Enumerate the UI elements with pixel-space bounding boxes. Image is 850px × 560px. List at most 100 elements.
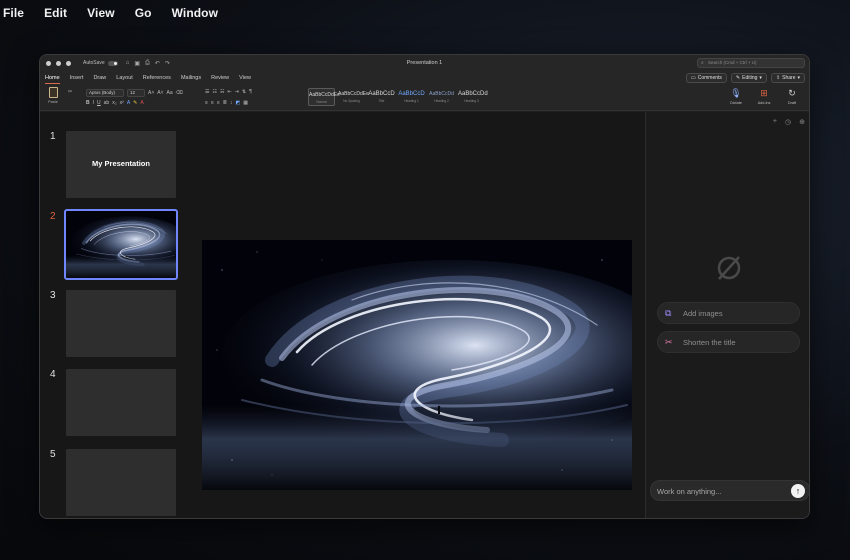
share-button[interactable]: ⇪ Share ▾ bbox=[770, 73, 805, 83]
suggestion-add-images[interactable]: ⧉ Add images bbox=[657, 302, 800, 324]
slide-canvas[interactable] bbox=[202, 240, 632, 490]
clipboard-tools: ✂ bbox=[68, 89, 72, 95]
draft-button[interactable]: ↻ Draft bbox=[783, 88, 801, 105]
galaxy-image[interactable] bbox=[202, 240, 632, 490]
align-left-icon[interactable]: ≡ bbox=[205, 100, 208, 106]
autosave-label: AutoSave bbox=[83, 60, 105, 66]
font-color-icon[interactable]: A bbox=[140, 100, 143, 106]
sort-icon[interactable]: ⇅ bbox=[242, 89, 246, 95]
pilcrow-icon[interactable]: ¶ bbox=[249, 89, 252, 95]
strikethrough-icon[interactable]: ab bbox=[104, 100, 110, 106]
dictate-label: Dictate bbox=[730, 101, 742, 105]
home-icon[interactable]: ⌂ bbox=[126, 60, 130, 67]
shading-icon[interactable]: ◩ bbox=[235, 100, 240, 106]
menu-view[interactable]: View bbox=[87, 6, 115, 20]
close-window-button[interactable] bbox=[46, 60, 51, 66]
style-sample: AaBbCcD bbox=[368, 91, 395, 97]
addins-button[interactable]: ⊞ Add-ins bbox=[755, 88, 773, 105]
zoom-window-button[interactable] bbox=[66, 60, 71, 66]
menu-window[interactable]: Window bbox=[172, 6, 218, 20]
italic-icon[interactable]: I bbox=[93, 100, 94, 106]
print-icon[interactable]: ⎙ bbox=[145, 60, 150, 67]
style-no-spacing[interactable]: AaBbCcDdEe No Spacing bbox=[338, 88, 369, 106]
suggestion-shorten-title[interactable]: ✂ Shorten the title bbox=[657, 331, 800, 353]
search-input[interactable]: ⌕ Search (Cmd + Ctrl + U) bbox=[697, 58, 805, 68]
slide-thumbnail-3[interactable] bbox=[66, 290, 176, 357]
tab-layout[interactable]: Layout bbox=[116, 75, 133, 81]
composer-input[interactable] bbox=[657, 485, 787, 497]
save-icon[interactable]: ▣ bbox=[134, 60, 140, 67]
tab-view[interactable]: View bbox=[239, 75, 251, 81]
style-sample: AaBbCcD bbox=[398, 91, 425, 97]
style-name: Heading 3 bbox=[464, 99, 479, 103]
paste-button[interactable]: Paste bbox=[46, 87, 60, 104]
style-heading-1[interactable]: AaBbCcD Heading 1 bbox=[398, 88, 425, 106]
search-icon: ⌕ bbox=[701, 60, 704, 66]
increase-indent-icon[interactable]: ⇥ bbox=[235, 89, 239, 95]
editing-label: Editing bbox=[742, 75, 758, 81]
dictate-button[interactable]: 🎙︎ Dictate bbox=[727, 88, 745, 105]
shrink-font-icon[interactable]: A˅ bbox=[157, 90, 163, 96]
superscript-icon[interactable]: x² bbox=[120, 100, 124, 106]
editing-button[interactable]: ✎ Editing ▾ bbox=[730, 73, 767, 83]
tab-references[interactable]: References bbox=[143, 75, 171, 81]
highlight-icon[interactable]: ✎ bbox=[133, 100, 137, 106]
ribbon-right-tools: 🎙︎ Dictate ⊞ Add-ins ↻ Draft bbox=[727, 88, 801, 105]
clear-format-icon[interactable]: ⌫ bbox=[176, 90, 183, 96]
style-heading-2[interactable]: AaBbCcDd Heading 2 bbox=[428, 88, 455, 106]
history-icon[interactable]: ◷ bbox=[785, 118, 791, 126]
bullets-icon[interactable]: ☰ bbox=[205, 89, 209, 95]
decrease-indent-icon[interactable]: ⇤ bbox=[227, 89, 231, 95]
style-title[interactable]: AaBbCcD Title bbox=[368, 88, 395, 106]
style-normal[interactable]: AaBbCcDdEe Normal bbox=[308, 88, 340, 106]
chevron-down-icon: ▾ bbox=[797, 75, 800, 81]
arrow-up-icon: ↑ bbox=[795, 486, 801, 496]
share-icon: ⇪ bbox=[775, 75, 781, 81]
undo-icon[interactable]: ↶ bbox=[155, 60, 160, 67]
font-size-select[interactable]: 12 bbox=[127, 89, 145, 97]
menu-edit[interactable]: Edit bbox=[44, 6, 67, 20]
borders-icon[interactable]: ▦ bbox=[243, 100, 248, 106]
change-case-icon[interactable]: Aa bbox=[167, 90, 173, 96]
style-heading-3[interactable]: AaBbCcDd Heading 3 bbox=[458, 88, 488, 106]
new-chat-icon[interactable]: + bbox=[773, 118, 777, 126]
bold-icon[interactable]: B bbox=[86, 100, 90, 106]
comments-button[interactable]: ▭ Comments bbox=[686, 73, 727, 83]
scissors-icon[interactable]: ✂ bbox=[68, 89, 72, 95]
redo-icon[interactable]: ↷ bbox=[165, 60, 170, 67]
minimize-window-button[interactable] bbox=[56, 60, 61, 66]
line-spacing-icon[interactable]: ↕ bbox=[230, 100, 233, 106]
slide-number: 5 bbox=[50, 449, 56, 460]
grow-font-icon[interactable]: A˄ bbox=[148, 90, 154, 96]
autosave-toggle[interactable] bbox=[107, 60, 118, 66]
underline-icon[interactable]: U bbox=[97, 100, 101, 106]
tab-home[interactable]: Home bbox=[45, 75, 60, 84]
galaxy-image-thumbnail bbox=[66, 211, 176, 278]
styles-gallery: AaBbCcDdEe Normal AaBbCcDdEe No Spacing … bbox=[308, 88, 488, 106]
font-name-select[interactable]: Aptos (Body) bbox=[86, 89, 124, 97]
tab-mailings[interactable]: Mailings bbox=[181, 75, 201, 81]
workspace: 1 My Presentation 2 3 4 5 + ◷ ⊕ ⧉ Add im… bbox=[40, 112, 809, 518]
share-label: Share bbox=[782, 75, 796, 81]
slide-thumbnail-4[interactable] bbox=[66, 369, 176, 436]
justify-icon[interactable]: ≣ bbox=[223, 100, 227, 106]
slide-thumbnail-1[interactable]: My Presentation bbox=[66, 131, 176, 198]
send-button[interactable]: ↑ bbox=[791, 484, 805, 498]
align-right-icon[interactable]: ≡ bbox=[217, 100, 220, 106]
settings-icon[interactable]: ⊕ bbox=[799, 118, 805, 126]
slide-thumbnail-2[interactable] bbox=[64, 209, 178, 280]
menu-go[interactable]: Go bbox=[135, 6, 152, 20]
text-effects-icon[interactable]: A bbox=[127, 100, 130, 106]
multilevel-list-icon[interactable]: ☵ bbox=[220, 89, 224, 95]
align-center-icon[interactable]: ≡ bbox=[211, 100, 214, 106]
ribbon-tabs: Home Insert Draw Layout References Maili… bbox=[40, 71, 809, 85]
tab-review[interactable]: Review bbox=[211, 75, 229, 81]
subscript-icon[interactable]: x₂ bbox=[112, 100, 116, 106]
style-sample: AaBbCcDdEe bbox=[338, 91, 369, 97]
menu-file[interactable]: File bbox=[3, 6, 24, 20]
tab-insert[interactable]: Insert bbox=[70, 75, 84, 81]
slide-thumbnail-5[interactable] bbox=[66, 449, 176, 516]
numbering-icon[interactable]: ☷ bbox=[212, 89, 216, 95]
search-placeholder: Search (Cmd + Ctrl + U) bbox=[708, 60, 757, 65]
tab-draw[interactable]: Draw bbox=[93, 75, 106, 81]
